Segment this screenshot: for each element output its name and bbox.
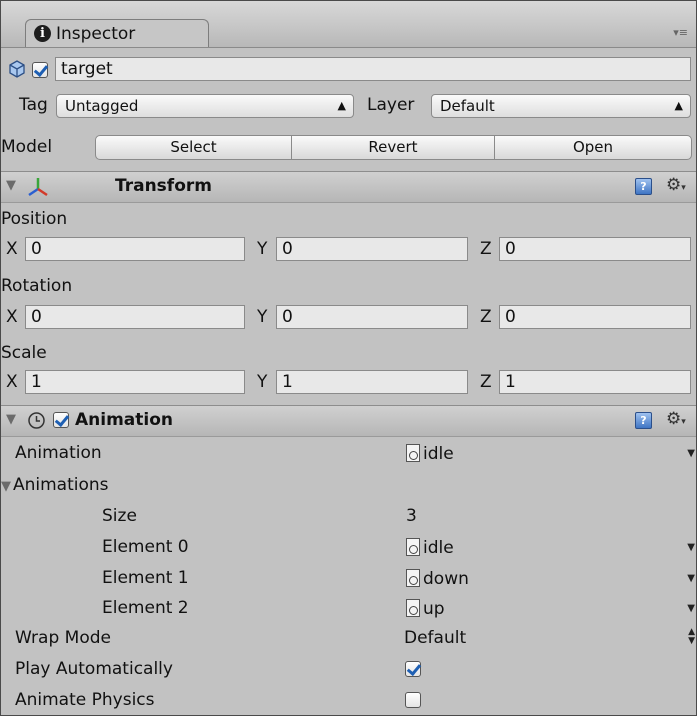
object-picker-icon[interactable]: ▼	[687, 542, 695, 553]
scale-label: Scale	[1, 343, 47, 363]
object-picker-icon[interactable]: ▼	[687, 603, 695, 614]
dropdown-arrows-icon: ▲	[674, 99, 683, 112]
tag-label: Tag	[19, 95, 48, 115]
position-z-field[interactable]: 0	[499, 237, 691, 261]
object-picker-icon[interactable]: ▼	[687, 573, 695, 584]
info-icon: i	[34, 25, 51, 42]
animation-clip-icon	[406, 443, 420, 462]
element-0-field[interactable]: idle	[406, 536, 454, 560]
play-automatically-checkbox[interactable]	[405, 661, 421, 677]
element-1-label: Element 1	[102, 568, 189, 588]
position-z-label: Z	[480, 239, 492, 259]
transform-axes-icon	[28, 178, 48, 197]
layer-dropdown[interactable]: Default ▲	[431, 94, 691, 118]
animation-clip-icon	[406, 598, 420, 617]
animate-physics-checkbox[interactable]	[405, 692, 421, 708]
position-x-field[interactable]: 0	[25, 237, 245, 261]
rotation-y-field[interactable]: 0	[276, 305, 468, 329]
wrap-mode-label: Wrap Mode	[15, 628, 111, 648]
tag-value: Untagged	[65, 97, 139, 115]
element-2-value: up	[423, 599, 445, 619]
dropdown-arrows-icon[interactable]: ▲ ▼	[688, 628, 695, 646]
element-0-value: idle	[423, 538, 454, 558]
play-automatically-label: Play Automatically	[15, 659, 173, 679]
position-label: Position	[1, 209, 68, 229]
element-0-label: Element 0	[102, 537, 189, 557]
position-y-label: Y	[257, 239, 268, 259]
animate-physics-label: Animate Physics	[15, 690, 155, 710]
animation-header[interactable]: ▼ Animation ? ⚙▾	[1, 405, 696, 437]
rotation-z-label: Z	[480, 307, 492, 327]
animation-title: Animation	[75, 410, 174, 430]
prefab-cube-icon	[9, 60, 25, 78]
help-icon[interactable]: ?	[635, 178, 652, 195]
scale-z-field[interactable]: 1	[499, 370, 691, 394]
size-label: Size	[102, 506, 137, 526]
rotation-x-label: X	[6, 307, 18, 327]
rotation-z-field[interactable]: 0	[499, 305, 691, 329]
scale-z-label: Z	[480, 372, 492, 392]
object-picker-icon[interactable]: ▼	[687, 448, 695, 459]
dropdown-arrows-icon: ▲	[337, 99, 346, 112]
layer-label: Layer	[367, 95, 415, 115]
gear-icon[interactable]: ⚙▾	[666, 175, 686, 195]
scale-x-label: X	[6, 372, 18, 392]
transform-header[interactable]: ▼ Transform ? ⚙▾	[1, 171, 696, 203]
scale-y-label: Y	[257, 372, 268, 392]
animation-clip-label: Animation	[15, 443, 102, 463]
rotation-x-field[interactable]: 0	[25, 305, 245, 329]
tag-layer-row: Tag Untagged ▲ Layer Default ▲	[1, 93, 696, 123]
tab-label: Inspector	[56, 23, 136, 44]
inspector-panel: i Inspector ▾≡ target Tag Untagged ▲ Lay…	[0, 0, 697, 716]
rotation-y-label: Y	[257, 307, 268, 327]
help-icon[interactable]: ?	[635, 412, 652, 429]
rotation-label: Rotation	[1, 276, 73, 296]
position-y-field[interactable]: 0	[276, 237, 468, 261]
tab-menu-icon[interactable]: ▾≡	[673, 26, 688, 39]
clock-icon	[28, 412, 45, 429]
tab-inspector[interactable]: i Inspector	[25, 19, 209, 47]
wrap-mode-dropdown[interactable]: Default	[404, 626, 466, 650]
element-2-label: Element 2	[102, 598, 189, 618]
animation-enabled-checkbox[interactable]	[53, 412, 69, 428]
size-value[interactable]: 3	[406, 504, 417, 528]
transform-title: Transform	[115, 176, 212, 196]
animation-clip-icon	[406, 537, 420, 556]
element-1-value: down	[423, 569, 469, 589]
gear-icon[interactable]: ⚙▾	[666, 409, 686, 429]
foldout-arrow-icon[interactable]: ▼	[6, 178, 16, 193]
foldout-arrow-icon[interactable]: ▼	[6, 412, 16, 427]
element-1-field[interactable]: down	[406, 567, 469, 591]
gameobject-row: target	[1, 57, 696, 87]
model-open-button[interactable]: Open	[494, 135, 692, 160]
animation-clip-field[interactable]: idle	[406, 442, 454, 466]
animations-label[interactable]: Animations	[13, 473, 109, 497]
gameobject-name-field[interactable]: target	[55, 57, 691, 81]
scale-y-field[interactable]: 1	[276, 370, 468, 394]
model-revert-button[interactable]: Revert	[291, 135, 495, 160]
scale-x-field[interactable]: 1	[25, 370, 245, 394]
tag-dropdown[interactable]: Untagged ▲	[56, 94, 354, 118]
gameobject-active-checkbox[interactable]	[32, 62, 48, 78]
model-select-button[interactable]: Select	[95, 135, 292, 160]
element-2-field[interactable]: up	[406, 597, 445, 621]
animation-clip-value: idle	[423, 444, 454, 464]
animation-clip-icon	[406, 568, 420, 587]
model-label: Model	[1, 137, 53, 157]
tab-strip: i Inspector ▾≡	[1, 1, 696, 48]
position-x-label: X	[6, 239, 18, 259]
layer-value: Default	[440, 97, 495, 115]
animations-foldout-arrow-icon[interactable]: ▼	[1, 479, 11, 494]
